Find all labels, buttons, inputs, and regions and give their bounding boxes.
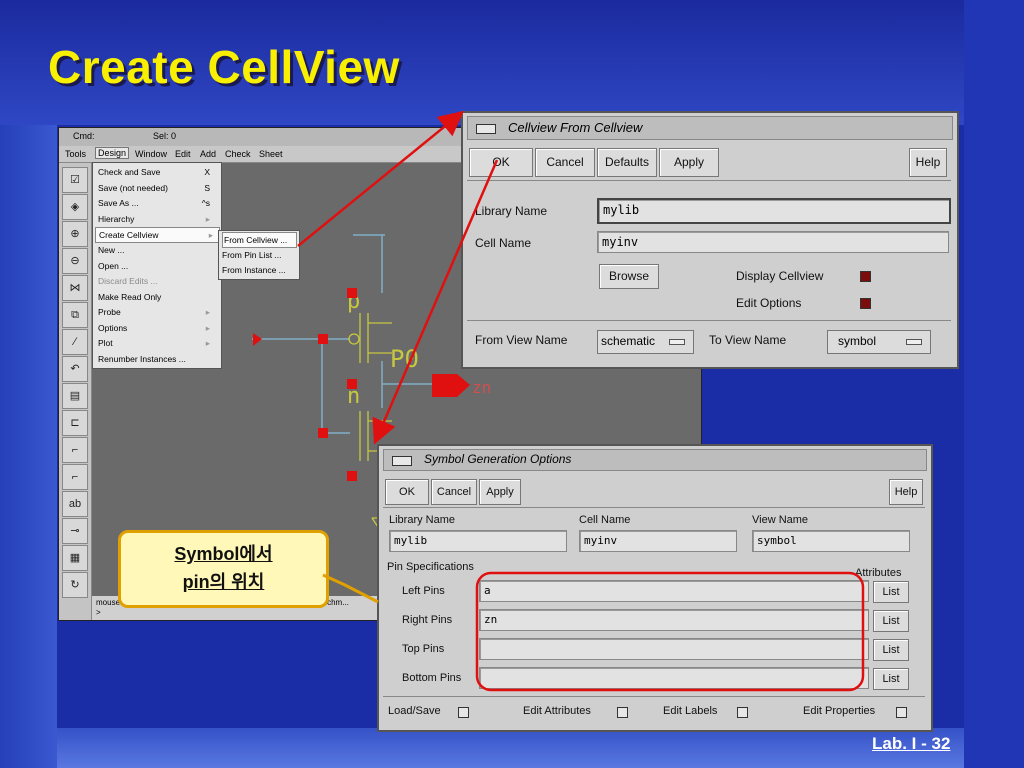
annotation-overlay: [297, 110, 865, 692]
arrow-to-symbol-dialog: [372, 159, 499, 445]
callout-pointer: [322, 573, 379, 604]
arrow-to-cellview-dialog: [297, 110, 464, 247]
pin-fields-highlight: [475, 571, 865, 692]
